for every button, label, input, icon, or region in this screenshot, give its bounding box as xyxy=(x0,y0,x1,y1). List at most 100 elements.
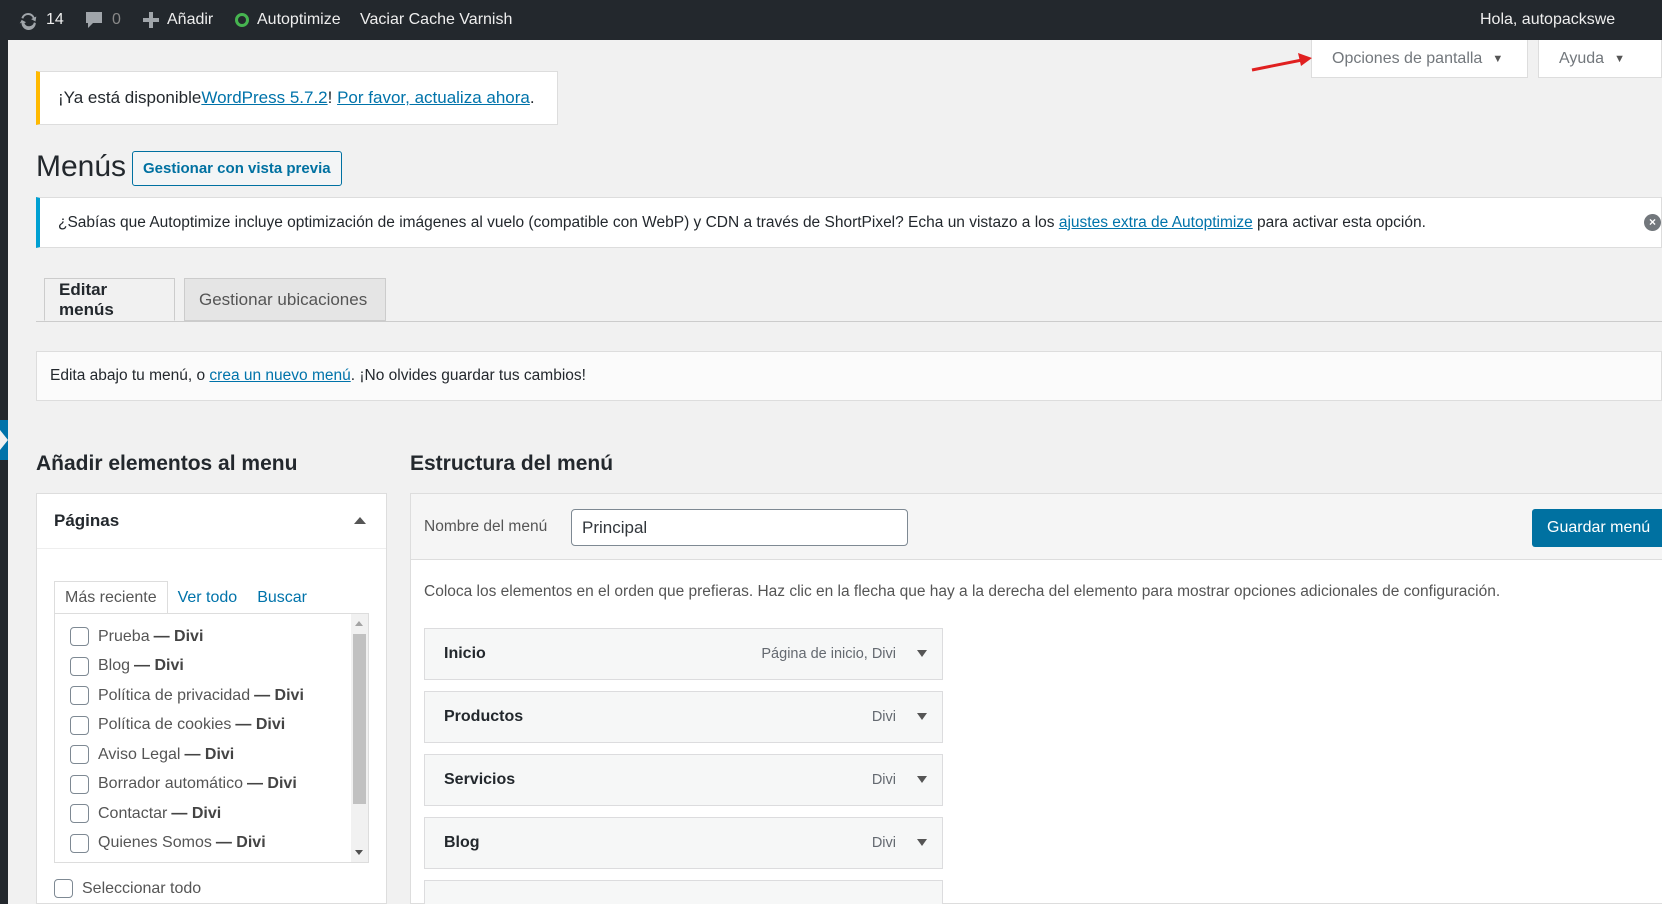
menu-item-servicios[interactable]: Servicios Divi xyxy=(424,754,943,806)
autoptimize-menu[interactable]: Autoptimize xyxy=(235,0,341,40)
autoptimize-label: Autoptimize xyxy=(257,11,341,28)
save-menu-button[interactable]: Guardar menú xyxy=(1532,509,1662,547)
list-item[interactable]: Aviso Legal — Divi xyxy=(55,740,368,770)
collapse-arrow-icon[interactable] xyxy=(354,517,366,524)
comment-icon xyxy=(86,12,102,28)
scroll-down-icon[interactable] xyxy=(355,850,363,855)
autoptimize-settings-link[interactable]: ajustes extra de Autoptimize xyxy=(1059,214,1253,231)
menu-item-type: Página de inicio, Divi xyxy=(761,646,896,662)
wordpress-version-link[interactable]: WordPress 5.7.2 xyxy=(201,88,327,108)
expand-arrow-icon[interactable] xyxy=(917,713,927,720)
menu-item-inicio[interactable]: Inicio Página de inicio, Divi xyxy=(424,628,943,680)
status-ring-icon xyxy=(235,13,249,27)
checklist-scrollbar[interactable] xyxy=(351,614,368,862)
page-checkbox[interactable] xyxy=(70,804,89,824)
list-item[interactable]: Quienes Somos — Divi xyxy=(55,829,368,859)
tab-edit-menus[interactable]: Editar menús xyxy=(44,278,175,321)
subtab-most-recent[interactable]: Más reciente xyxy=(54,581,168,614)
subtab-search[interactable]: Buscar xyxy=(247,581,317,614)
select-all-label: Seleccionar todo xyxy=(82,879,202,897)
comments-menu[interactable]: 0 xyxy=(84,0,121,40)
menu-name-label: Nombre del menú xyxy=(424,518,548,535)
menu-item-productos[interactable]: Productos Divi xyxy=(424,691,943,743)
list-item[interactable]: Política de privacidad — Divi xyxy=(55,681,368,711)
page-name: Contactar xyxy=(98,804,168,822)
update-notice-suffix: . xyxy=(529,88,535,107)
manage-with-preview-button[interactable]: Gestionar con vista previa xyxy=(132,151,342,186)
menu-name-input[interactable]: Principal xyxy=(571,509,908,546)
menu-item-partial[interactable] xyxy=(424,880,943,904)
add-items-heading: Añadir elementos al menu xyxy=(36,452,298,475)
varnish-purge-link[interactable]: Vaciar Cache Varnish xyxy=(360,0,512,40)
scroll-thumb[interactable] xyxy=(353,634,366,804)
expand-arrow-icon[interactable] xyxy=(917,839,927,846)
select-all-control[interactable]: Seleccionar todo xyxy=(54,879,201,898)
page-name: Quienes Somos xyxy=(98,834,212,852)
page-checkbox[interactable] xyxy=(70,627,89,647)
menu-item-title: Servicios xyxy=(444,771,516,788)
caret-down-icon: ▼ xyxy=(1614,52,1625,65)
list-item[interactable]: Blog — Divi xyxy=(55,652,368,682)
current-menu-notch xyxy=(0,430,8,450)
menu-structure-panel: Nombre del menú Principal Guardar menú C… xyxy=(410,493,1662,904)
help-button[interactable]: Ayuda ▼ xyxy=(1538,40,1662,78)
tab-manage-locations[interactable]: Gestionar ubicaciones xyxy=(184,278,386,321)
screen-options-button[interactable]: Opciones de pantalla ▼ xyxy=(1311,40,1528,78)
list-item[interactable]: Prueba — Divi xyxy=(55,622,368,652)
varnish-label: Vaciar Cache Varnish xyxy=(360,11,513,28)
update-notice-prefix: ¡Ya está disponible xyxy=(58,88,202,107)
page-suffix: — Divi xyxy=(215,834,266,852)
update-now-link[interactable]: Por favor, actualiza ahora xyxy=(337,88,530,108)
account-menu[interactable]: Hola, autopackswe xyxy=(1480,0,1615,40)
expand-arrow-icon[interactable] xyxy=(917,650,927,657)
select-all-checkbox[interactable] xyxy=(54,879,73,898)
subtab-view-all[interactable]: Ver todo xyxy=(168,581,248,614)
admin-bar: 14 0 Añadir Autoptimize Vaciar Cache Var… xyxy=(0,0,1662,40)
screen-options-label: Opciones de pantalla xyxy=(1332,49,1483,67)
autoptimize-notice-body: ¿Sabías que Autoptimize incluye optimiza… xyxy=(58,213,1059,231)
list-item[interactable]: Contactar — Divi xyxy=(55,799,368,829)
page-title: Menús xyxy=(36,150,127,183)
add-new-menu[interactable]: Añadir xyxy=(143,0,213,40)
pages-metabox: Páginas Más reciente Ver todo Buscar Pru… xyxy=(36,493,387,904)
menu-item-title: Blog xyxy=(444,834,480,851)
updates-count: 14 xyxy=(46,11,64,28)
menu-header: Nombre del menú Principal Guardar menú xyxy=(411,494,1662,560)
page-name: Aviso Legal xyxy=(98,745,181,763)
menu-item-blog[interactable]: Blog Divi xyxy=(424,817,943,869)
update-notice-middle: ! xyxy=(327,88,338,107)
menu-item-title: Inicio xyxy=(444,645,486,662)
page-suffix: — Divi xyxy=(153,627,204,645)
greeting: Hola, autopackswe xyxy=(1480,11,1616,28)
plus-icon xyxy=(143,12,159,28)
list-item[interactable]: Borrador automático — Divi xyxy=(55,770,368,800)
pages-checklist: Prueba — Divi Blog — Divi Política de priv… xyxy=(54,613,369,863)
page-name: Política de cookies xyxy=(98,716,232,734)
page-suffix: — Divi xyxy=(184,745,235,763)
page-checkbox[interactable] xyxy=(70,656,89,676)
annotation-arrow-icon xyxy=(1251,53,1312,72)
caret-down-icon: ▼ xyxy=(1492,52,1504,65)
manage-menus-notice: Edita abajo tu menú, o crea un nuevo men… xyxy=(36,351,1662,401)
dismiss-icon[interactable]: × xyxy=(1644,214,1661,231)
updates-menu[interactable]: 14 xyxy=(18,0,64,40)
menu-item-type: Divi xyxy=(871,709,896,725)
page-suffix: — Divi xyxy=(171,804,222,822)
page-checkbox[interactable] xyxy=(70,715,89,735)
autoptimize-notice-suffix: para activar esta opción. xyxy=(1252,213,1426,231)
autoptimize-notice: ¿Sabías que Autoptimize incluye optimiza… xyxy=(36,197,1662,248)
page-checkbox[interactable] xyxy=(70,833,89,853)
page-name: Blog xyxy=(98,657,131,675)
manage-notice-suffix: . ¡No olvides guardar tus cambios! xyxy=(350,367,586,384)
page-checkbox[interactable] xyxy=(70,686,89,706)
list-item[interactable]: Política de cookies — Divi xyxy=(55,711,368,741)
pages-metabox-header[interactable]: Páginas xyxy=(37,494,386,549)
menu-item-title: Productos xyxy=(444,708,524,725)
add-new-label: Añadir xyxy=(167,11,214,28)
create-new-menu-link[interactable]: crea un nuevo menú xyxy=(209,367,350,385)
scroll-up-icon[interactable] xyxy=(355,621,363,626)
page-checkbox[interactable] xyxy=(70,774,89,794)
page-suffix: — Divi xyxy=(134,657,184,675)
page-checkbox[interactable] xyxy=(70,745,89,765)
expand-arrow-icon[interactable] xyxy=(917,776,927,783)
